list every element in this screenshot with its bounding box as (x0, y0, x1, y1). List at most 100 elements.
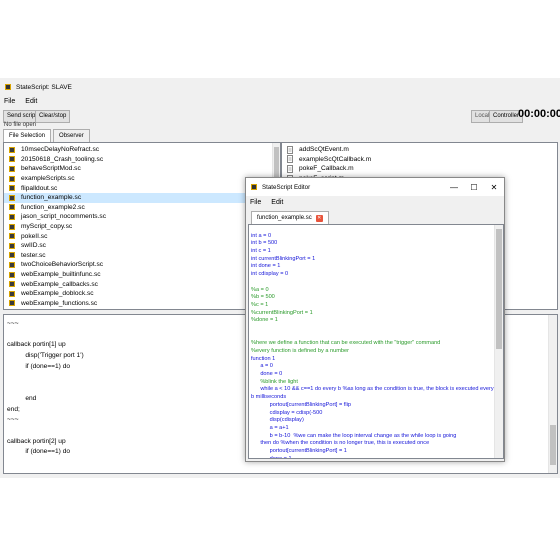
observer-line (7, 330, 84, 341)
script-file-icon (8, 203, 16, 211)
right-file-list-item[interactable]: exampleScQtCallback.m (282, 155, 549, 165)
code-line: int cdisplay = 0 (251, 271, 289, 278)
script-file-icon (8, 194, 16, 202)
left-file-list-item[interactable]: pokeII.sc (4, 231, 272, 241)
code-line: int done = 1 (251, 263, 281, 270)
script-file-icon (8, 184, 16, 192)
script-file-icon (8, 146, 16, 154)
matlab-file-icon (286, 155, 294, 164)
script-file-icon (8, 290, 16, 298)
left-file-list-label: twoChoiceBehaviorScript.sc (21, 261, 104, 269)
menu-edit[interactable]: Edit (25, 98, 37, 105)
left-file-list-label: exampleScripts.sc (21, 175, 75, 183)
observer-line: end; (7, 405, 20, 413)
editor-scrollbar[interactable] (494, 225, 503, 458)
main-titlebar: StateScript: SLAVE (0, 78, 560, 96)
observer-line (7, 426, 84, 437)
observer-line (7, 458, 84, 469)
code-line: int a = 0 (251, 232, 272, 239)
left-file-list-item[interactable]: twoChoiceBehaviorScript.sc (4, 260, 272, 270)
left-file-list: 10msecDelayNoRefract.sc 20150618_Crash_to… (3, 142, 281, 310)
tab-close-icon[interactable]: ✕ (315, 214, 323, 222)
script-file-icon (8, 223, 16, 231)
left-file-list-item[interactable]: function_example.sc (4, 192, 272, 203)
tab-observer[interactable]: Observer (53, 129, 90, 142)
statescript-editor-window: StateScript Editor — ☐ ✕ File Edit funct… (245, 177, 505, 462)
code-line: %a = 0 (251, 286, 269, 293)
script-file-icon (8, 299, 16, 307)
code-line: portout[currentBlinkingPort] = flip (251, 401, 351, 408)
script-file-icon (8, 271, 16, 279)
script-file-icon (8, 213, 16, 221)
code-line: while a < 10 && c==1 do every b %as long… (251, 386, 494, 393)
left-file-list-item[interactable]: exampleScripts.sc (4, 174, 272, 184)
script-file-icon (8, 155, 16, 163)
editor-file-tab-label: function_example.sc (257, 215, 312, 221)
clear-stop-button[interactable]: Clear/stop (35, 110, 71, 123)
right-file-list-label: exampleScQtCallback.m (299, 155, 372, 163)
editor-menu-edit[interactable]: Edit (271, 199, 283, 206)
observer-line (7, 372, 84, 383)
code-line: disp(cdisplay) (251, 417, 304, 424)
right-file-list-label: addScQtEvent.m (299, 146, 349, 154)
code-line: b = b-10 %we can make the loop interval … (251, 432, 457, 439)
left-file-list-item[interactable]: 10msecDelayNoRefract.sc (4, 145, 272, 155)
editor-titlebar: StateScript Editor — ☐ ✕ (246, 178, 504, 196)
left-file-list-item[interactable]: jason_script_nocomments.sc (4, 212, 272, 222)
left-file-list-label: jason_script_nocomments.sc (21, 213, 107, 221)
observer-scroll-thumb[interactable] (550, 425, 556, 465)
left-file-list-label: pokeII.sc (21, 232, 48, 240)
right-file-list-label: pokeF_Callback.m (299, 165, 354, 173)
left-file-list-label: function_example2.sc (21, 203, 85, 211)
code-line: then do %when the condition is no longer… (251, 440, 430, 447)
code-line: a = 0 (251, 363, 273, 370)
minimize-button[interactable]: — (444, 183, 464, 192)
code-line: %b = 500 (251, 294, 275, 301)
script-file-icon (8, 242, 16, 250)
observer-scrollbar[interactable] (548, 315, 557, 473)
maximize-button[interactable]: ☐ (464, 183, 484, 192)
code-line: function 1 (251, 355, 276, 362)
left-file-list-item[interactable]: myScript_copy.sc (4, 222, 272, 232)
code-line: cdisplay = cdisp(-500 (251, 409, 323, 416)
script-file-icon (8, 251, 16, 259)
left-file-list-label: function_example.sc (21, 194, 82, 202)
observer-line: if (done==1) do (7, 448, 71, 456)
matlab-file-icon (286, 165, 294, 173)
left-file-list-item[interactable]: behaveScriptMod.sc (4, 164, 272, 174)
left-file-list-item[interactable]: webExample_builtinfunc.sc (4, 270, 272, 280)
observer-line: end (7, 394, 37, 402)
left-file-list-item[interactable]: webExample_doblock.sc (4, 289, 272, 299)
left-file-list-item[interactable]: webExample_functions.sc (4, 299, 272, 309)
menu-file[interactable]: File (4, 98, 15, 105)
app-icon (4, 83, 12, 91)
main-menubar: File Edit (0, 95, 37, 107)
observer-line: disp('Trigger port 1') (7, 352, 84, 360)
code-line: portout[currentBlinkingPort] = 1 (251, 447, 347, 454)
left-file-list-label: webExample_functions.sc (21, 299, 98, 307)
tab-file-selection[interactable]: File Selection (3, 129, 52, 142)
right-file-list-item[interactable]: addScQtEvent.m (282, 145, 549, 155)
editor-menu-file[interactable]: File (250, 199, 261, 206)
left-file-list-item[interactable]: webExample_callbacks.sc (4, 279, 272, 289)
editor-code-area[interactable]: int a = 0 int b = 500 int c = 1 int current… (248, 224, 504, 459)
left-file-list-item[interactable]: function_example2.sc (4, 203, 272, 213)
left-file-list-item[interactable]: flipalldout.sc (4, 183, 272, 193)
code-line: int b = 500 (251, 240, 278, 247)
left-file-list-label: webExample_doblock.sc (21, 290, 94, 298)
editor-file-tab[interactable]: function_example.sc ✕ (251, 211, 329, 224)
left-file-list-item[interactable]: 20150618_Crash_tooling.sc (4, 155, 272, 165)
main-window-title: StateScript: SLAVE (16, 83, 72, 91)
code-line: %currentBlinkingPort = 1 (251, 309, 313, 316)
script-file-icon (8, 165, 16, 173)
code-line: %here we define a function that can be e… (251, 340, 441, 347)
code-line: b milliseconds (251, 394, 287, 401)
editor-scroll-thumb[interactable] (496, 229, 502, 349)
left-file-list-item[interactable]: tester.sc (4, 251, 272, 261)
code-line: int c = 1 (251, 248, 271, 255)
right-file-list-item[interactable]: pokeF_Callback.m (282, 164, 549, 174)
left-file-list-item[interactable]: swIID.sc (4, 241, 272, 251)
close-window-button[interactable]: ✕ (484, 183, 504, 192)
